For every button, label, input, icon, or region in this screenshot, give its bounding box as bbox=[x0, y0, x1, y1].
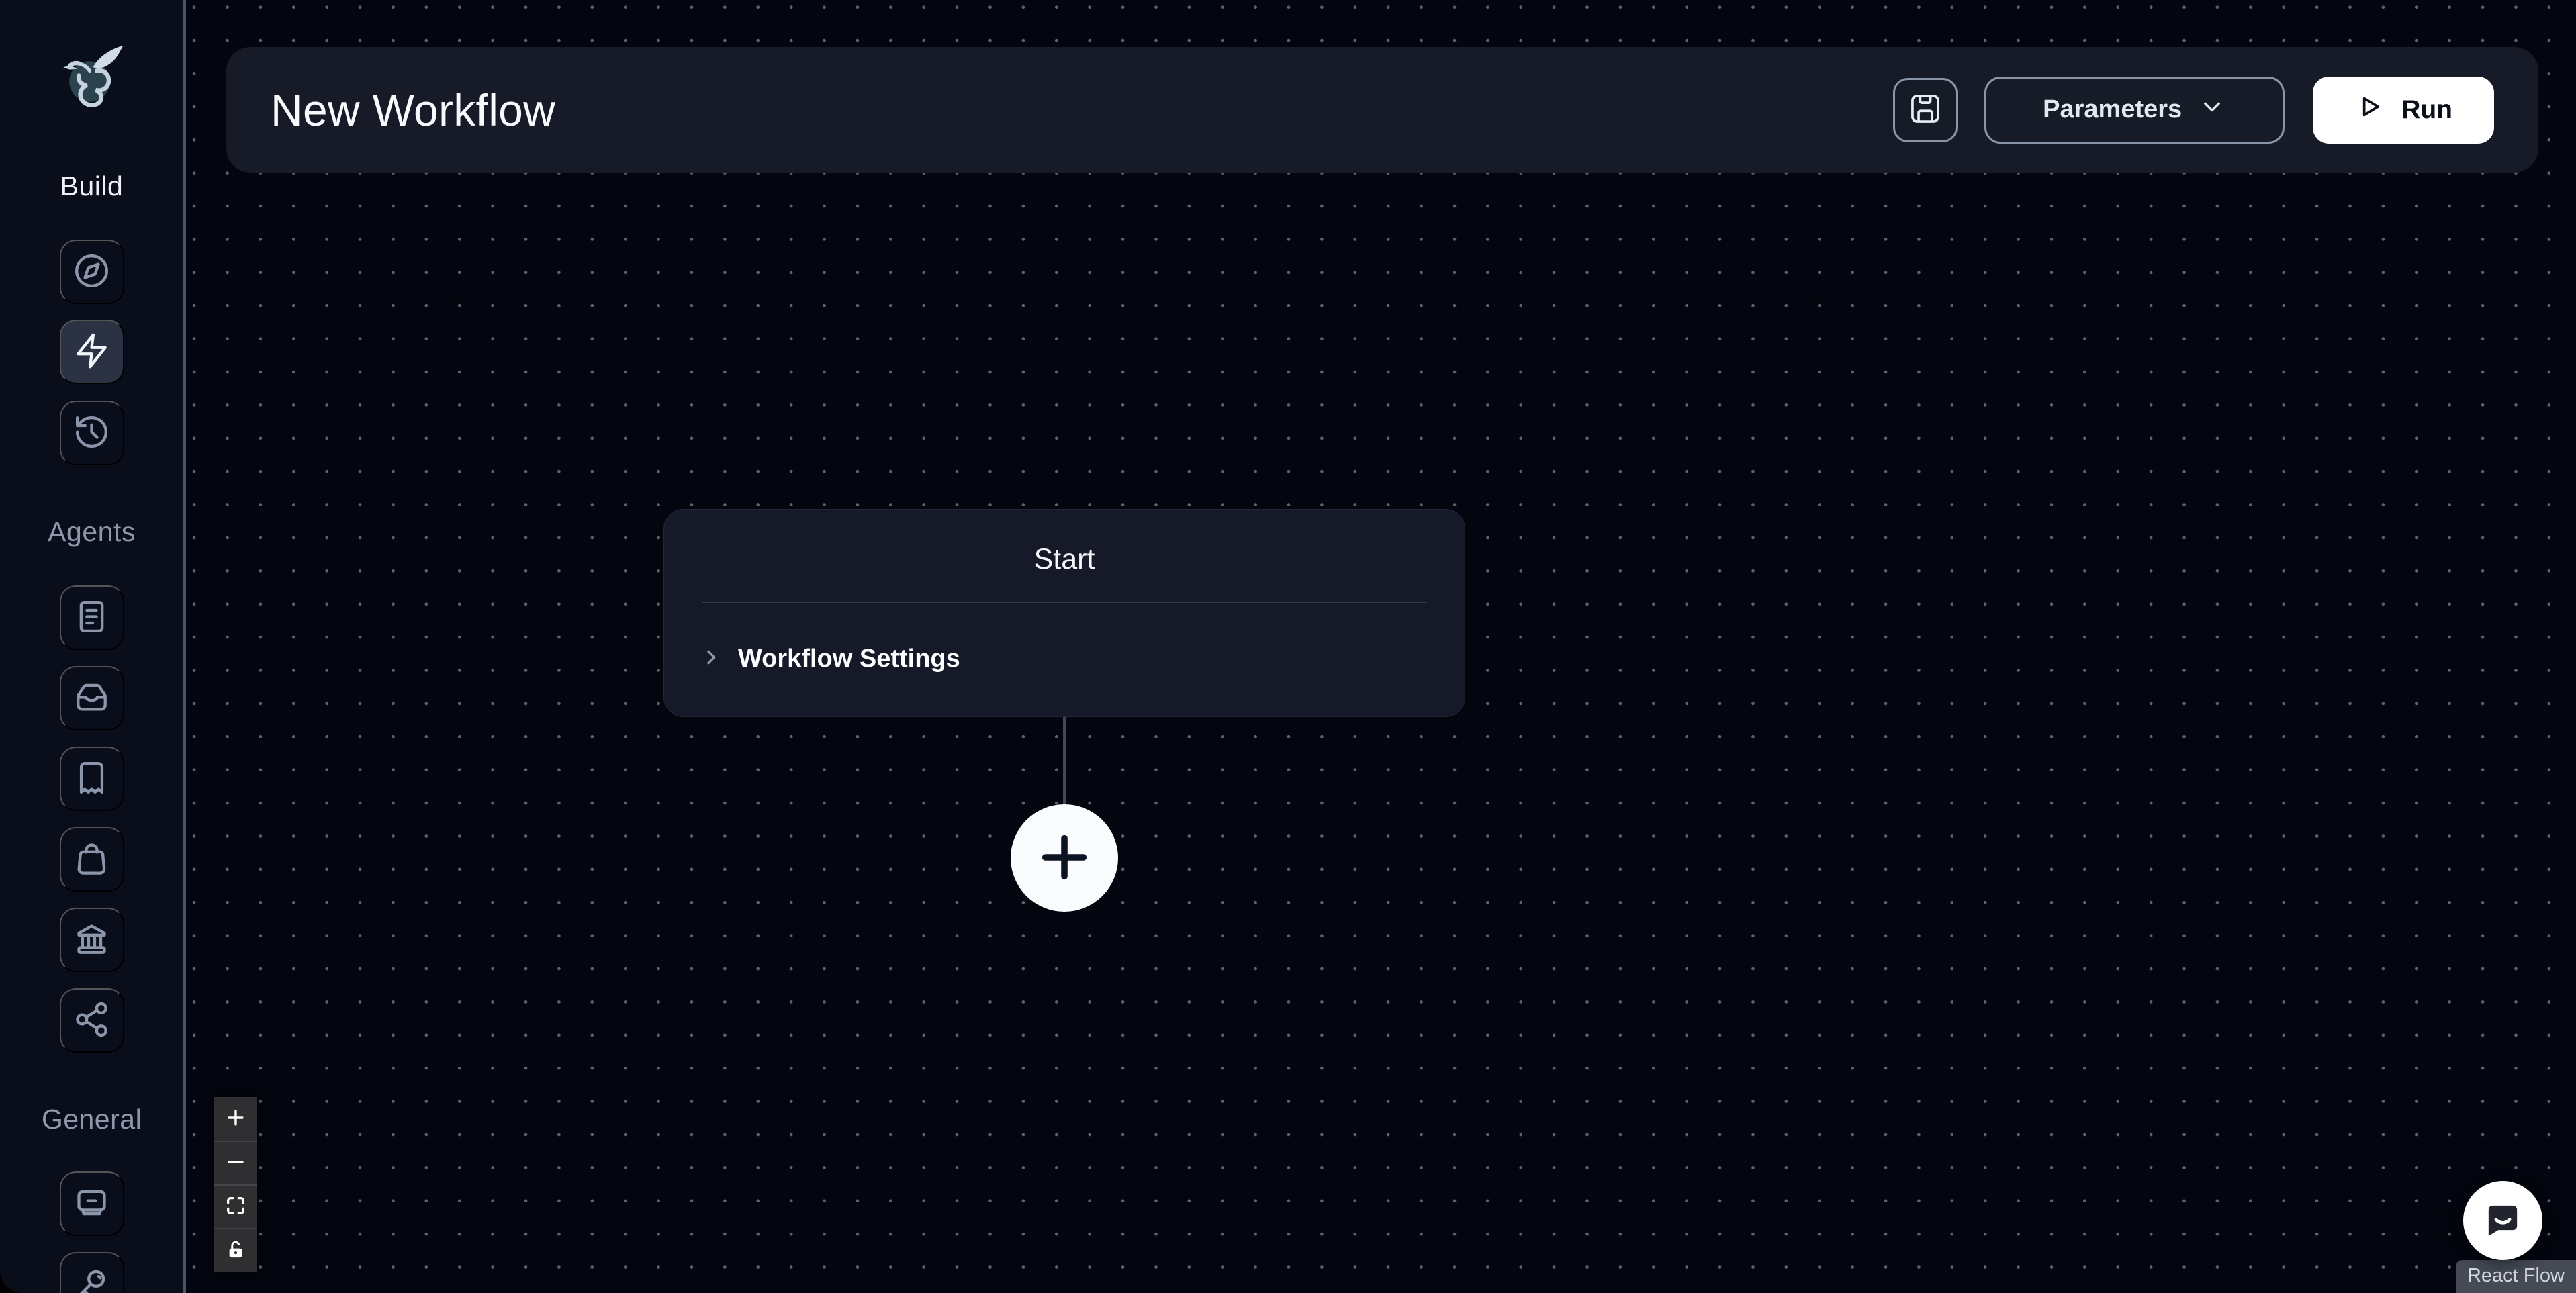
key-icon bbox=[73, 1264, 111, 1293]
share-icon bbox=[73, 1000, 111, 1041]
document-icon bbox=[73, 597, 111, 638]
bank-icon bbox=[73, 920, 111, 960]
lightning-icon bbox=[73, 332, 111, 372]
workflow-settings-label: Workflow Settings bbox=[738, 644, 960, 673]
run-label: Run bbox=[2401, 95, 2452, 125]
dragon-logo bbox=[54, 35, 130, 115]
add-node-button[interactable] bbox=[1011, 804, 1118, 912]
section-label-general: General bbox=[0, 1104, 183, 1135]
history-icon bbox=[73, 413, 111, 453]
inbox-icon bbox=[73, 678, 111, 718]
plus-icon bbox=[1033, 826, 1095, 890]
workflow-header: New Workflow Parameters bbox=[226, 47, 2538, 173]
sidebar-item-billing[interactable] bbox=[60, 1171, 124, 1236]
shopping-bag-icon bbox=[73, 839, 111, 879]
canvas-controls bbox=[214, 1097, 257, 1272]
save-icon bbox=[1908, 91, 1943, 128]
card-icon bbox=[73, 1184, 111, 1224]
sidebar-item-workflows[interactable] bbox=[60, 320, 124, 384]
react-flow-attribution[interactable]: React Flow bbox=[2456, 1260, 2576, 1293]
flow-canvas[interactable]: New Workflow Parameters bbox=[189, 0, 2576, 1293]
sidebar-item-inbox[interactable] bbox=[60, 666, 124, 730]
run-button[interactable]: Run bbox=[2313, 77, 2494, 144]
chevron-down-icon bbox=[2198, 93, 2226, 128]
start-node[interactable]: Start Workflow Settings bbox=[663, 509, 1465, 717]
node-divider bbox=[702, 602, 1427, 603]
lock-toggle-button[interactable] bbox=[214, 1228, 257, 1272]
zoom-in-button[interactable] bbox=[214, 1097, 257, 1141]
sidebar-item-share[interactable] bbox=[60, 988, 124, 1053]
section-label-agents: Agents bbox=[0, 516, 183, 548]
app-logo[interactable] bbox=[0, 35, 183, 115]
start-node-title: Start bbox=[664, 510, 1465, 576]
workflow-settings-toggle[interactable]: Workflow Settings bbox=[699, 644, 960, 673]
save-button[interactable] bbox=[1893, 78, 1958, 142]
workflow-title[interactable]: New Workflow bbox=[271, 85, 555, 136]
receipt-icon bbox=[73, 759, 111, 799]
fit-view-icon bbox=[224, 1194, 247, 1219]
edge-connector bbox=[1063, 717, 1066, 806]
zoom-out-button[interactable] bbox=[214, 1141, 257, 1184]
parameters-button[interactable]: Parameters bbox=[1984, 77, 2285, 144]
unlock-icon bbox=[224, 1238, 247, 1263]
zoom-out-icon bbox=[224, 1151, 247, 1176]
compass-icon bbox=[73, 252, 111, 292]
sidebar-item-receipts[interactable] bbox=[60, 747, 124, 811]
sidebar-item-credentials[interactable] bbox=[60, 1252, 124, 1293]
sidebar-item-documents[interactable] bbox=[60, 585, 124, 650]
chevron-right-icon bbox=[699, 645, 723, 673]
chat-launcher-button[interactable] bbox=[2463, 1181, 2542, 1260]
chat-bubble-icon bbox=[2481, 1198, 2525, 1244]
sidebar-item-history[interactable] bbox=[60, 401, 124, 465]
section-label-build: Build bbox=[0, 171, 183, 202]
parameters-label: Parameters bbox=[2043, 95, 2182, 124]
header-actions: Parameters Run bbox=[1893, 77, 2494, 144]
fit-view-button[interactable] bbox=[214, 1184, 257, 1228]
play-icon bbox=[2354, 92, 2384, 128]
sidebar: Build bbox=[0, 0, 186, 1293]
sidebar-item-explore[interactable] bbox=[60, 240, 124, 304]
app-window: New Workflow Parameters bbox=[0, 0, 2576, 1293]
zoom-in-icon bbox=[224, 1106, 247, 1131]
sidebar-item-marketplace[interactable] bbox=[60, 827, 124, 892]
sidebar-item-finance[interactable] bbox=[60, 908, 124, 972]
